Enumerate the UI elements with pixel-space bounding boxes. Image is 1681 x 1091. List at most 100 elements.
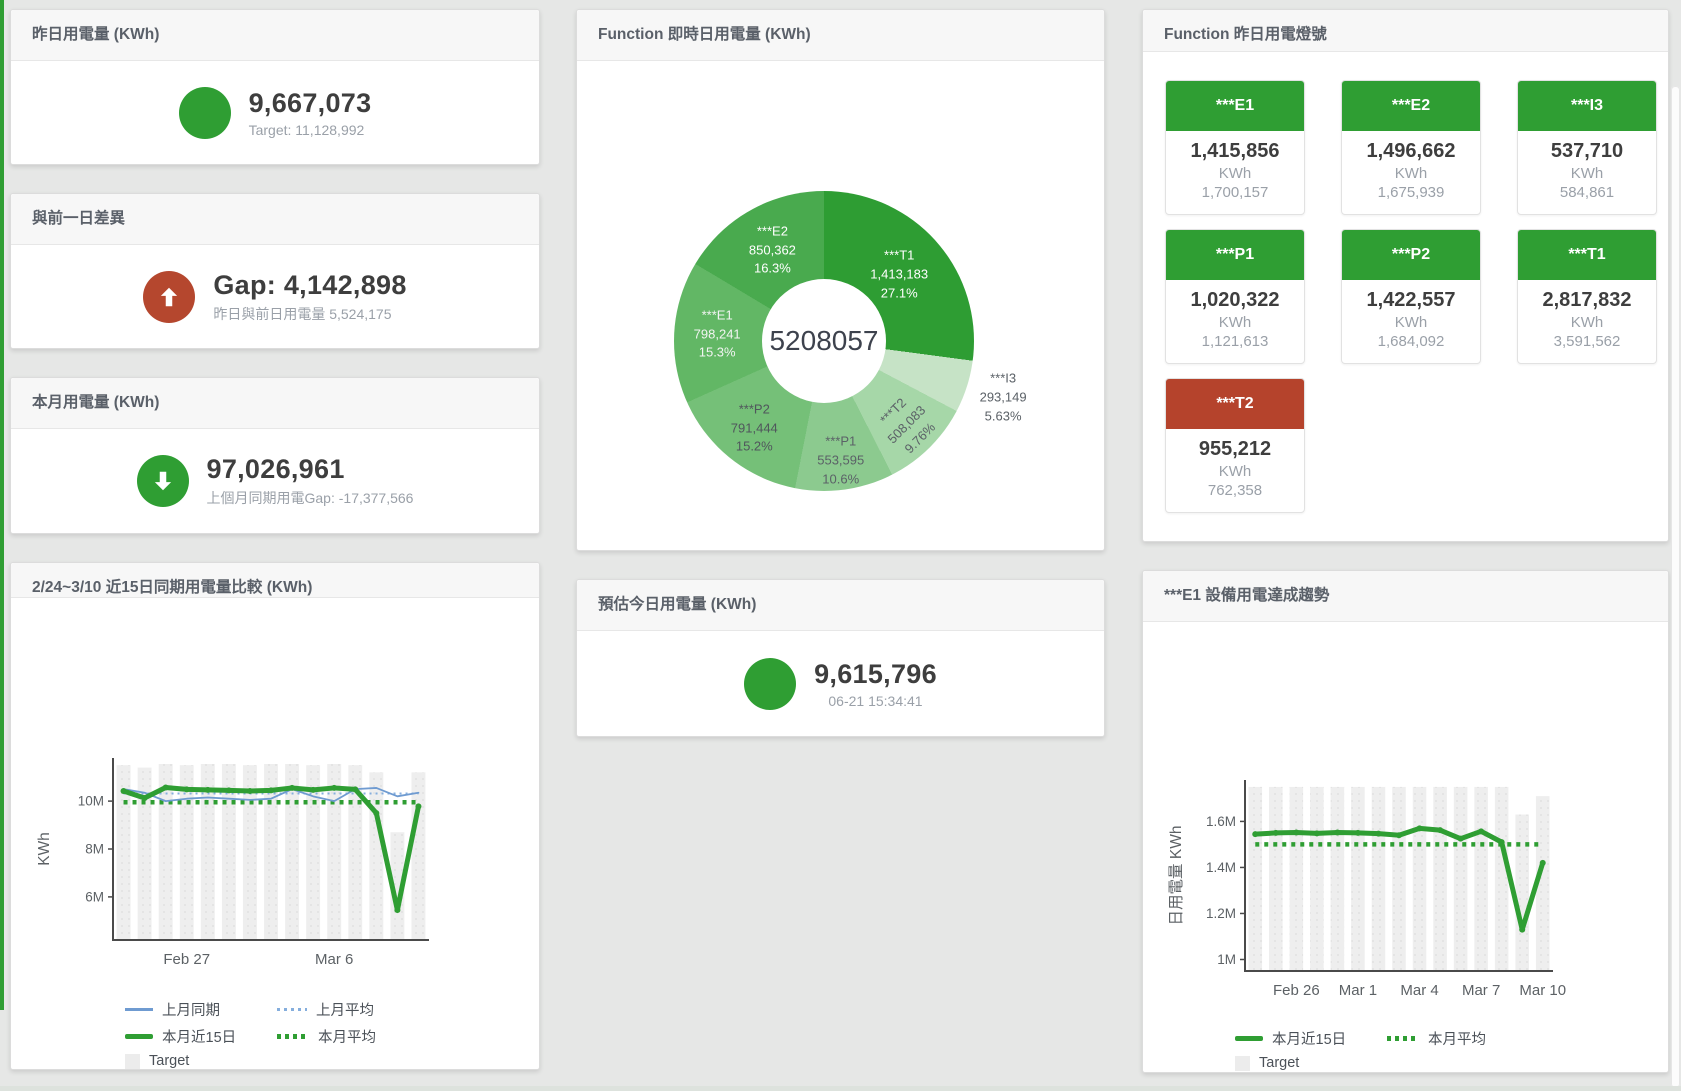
series-point [394, 907, 400, 913]
panel-title: ***E1 設備用電達成趨勢 [1143, 571, 1668, 622]
legend-label: 上月平均 [316, 999, 374, 1020]
series-point [247, 788, 253, 794]
legend-item-本月平均[interactable]: 本月平均 [277, 1026, 429, 1047]
box-swatch-icon [125, 1054, 140, 1069]
donut-slice-label: ***T11,413,18327.1% [870, 247, 928, 304]
x-tick-label: Mar 6 [315, 951, 353, 968]
series-point [1273, 830, 1279, 836]
legend-row: Target [1235, 1055, 1668, 1071]
up-arrow-icon [143, 271, 195, 323]
device-card-value: 537,710 [1522, 140, 1652, 163]
target-bar [1392, 787, 1406, 971]
yesterday-usage-target: Target: 11,128,992 [249, 122, 372, 138]
device-card-target: 1,121,613 [1170, 333, 1300, 350]
panel-body: 9,615,796 06-21 15:34:41 [577, 631, 1104, 736]
legend-item-Target[interactable]: Target [125, 1053, 277, 1069]
x-tick-label: Mar 7 [1462, 982, 1500, 999]
x-tick-label: Mar 1 [1339, 982, 1377, 999]
device-card-P1: ***P1 1,020,322 KWh 1,121,613 [1165, 229, 1305, 364]
series-point [1478, 828, 1484, 834]
legend-item-本月近15日[interactable]: 本月近15日 [1235, 1028, 1387, 1049]
panel-title: 2/24~3/10 近15日同期用電量比較 (KWh) [11, 563, 539, 598]
target-bar [369, 772, 383, 940]
month-usage-value: 97,026,961 [207, 454, 414, 485]
series-point [1355, 830, 1361, 836]
thickdots-swatch-icon [277, 1034, 309, 1039]
status-circle-icon [179, 87, 231, 139]
device-card-value: 2,817,832 [1522, 289, 1652, 312]
device-card-P2: ***P21,422,557KWh1,684,092 [1341, 229, 1481, 364]
target-bar [1331, 787, 1345, 971]
yesterday-usage-value: 9,667,073 [249, 88, 372, 119]
target-bar [1474, 787, 1488, 971]
device-card-body: 1,496,662KWh1,675,939 [1342, 131, 1480, 214]
donut-center: 5208057 [762, 279, 886, 403]
device-card-body: 955,212KWh762,358 [1166, 429, 1304, 512]
panel-body: 6M8M10MFeb 27Mar 6KWh 上月同期上月平均本月近15日本月平均… [11, 598, 539, 1069]
series-point [163, 784, 169, 790]
panel-realtime-donut: Function 即時日用電量 (KWh) 5208057 ***T11,413… [576, 9, 1105, 551]
device-card-value: 1,020,322 [1170, 289, 1300, 312]
device-card-value: 1,422,557 [1346, 289, 1476, 312]
middle-column: Function 即時日用電量 (KWh) 5208057 ***T11,413… [576, 9, 1105, 737]
device-card-E2: ***E21,496,662KWh1,675,939 [1341, 80, 1481, 215]
panel-e1-trend-chart: ***E1 設備用電達成趨勢 1M1.2M1.4M1.6MFeb 26Mar 1… [1142, 570, 1669, 1073]
device-card-target: 1,684,092 [1346, 333, 1476, 350]
device-card-header: ***P2 [1342, 230, 1480, 280]
legend-item-上月同期[interactable]: 上月同期 [125, 999, 277, 1020]
y-tick-label: 1M [1217, 952, 1236, 967]
status-circle-icon [744, 658, 796, 710]
stat-text: 9,667,073 Target: 11,128,992 [249, 88, 372, 138]
series-point [373, 810, 379, 816]
series-point [205, 787, 211, 793]
down-arrow-icon [137, 455, 189, 507]
series-point [1375, 831, 1381, 837]
device-card-unit: KWh [1170, 463, 1300, 480]
donut-slice-label: ***I3293,1495.63% [980, 370, 1027, 427]
y-axis-label: KWh [36, 832, 53, 866]
target-bar [1433, 787, 1447, 971]
target-bar [1515, 815, 1529, 971]
device-card-header: ***I3 [1518, 81, 1656, 131]
legend-item-上月平均[interactable]: 上月平均 [277, 999, 429, 1020]
legend-item-本月近15日[interactable]: 本月近15日 [125, 1026, 277, 1047]
compare-line-chart[interactable]: 6M8M10MFeb 27Mar 6KWh [21, 748, 491, 980]
legend-label: 本月近15日 [162, 1026, 236, 1047]
donut-center-value: 5208057 [769, 325, 878, 357]
device-card-T2: ***T2955,212KWh762,358 [1165, 378, 1305, 513]
right-column: Function 昨日用電燈號 ***E11,415,856KWh1,700,1… [1142, 9, 1669, 1073]
target-bar [412, 772, 426, 940]
legend-item-Target[interactable]: Target [1235, 1055, 1387, 1071]
series-point [352, 786, 358, 792]
panel-body: 9,667,073 Target: 11,128,992 [11, 61, 539, 164]
panel-body: Gap: 4,142,898 昨日與前日用電量 5,524,175 [11, 245, 539, 348]
e1-trend-line-chart[interactable]: 1M1.2M1.4M1.6MFeb 26Mar 1Mar 4Mar 7Mar 1… [1153, 770, 1623, 1011]
donut-chart[interactable]: 5208057 ***T11,413,18327.1%***I3293,1495… [674, 191, 974, 491]
legend-row: Target [125, 1053, 539, 1069]
panel-month-usage: 本月用電量 (KWh) 97,026,961 上個月同期用電Gap: -17,3… [10, 377, 540, 534]
x-tick-label: Mar 4 [1400, 982, 1438, 999]
device-card-body: 1,020,322 KWh 1,121,613 [1166, 280, 1304, 363]
legend-label: 本月平均 [1428, 1028, 1486, 1049]
panel-body: ***E11,415,856KWh1,700,157***E21,496,662… [1143, 52, 1668, 541]
stat-text: Gap: 4,142,898 昨日與前日用電量 5,524,175 [213, 270, 406, 324]
series-point [1314, 830, 1320, 836]
device-card-header: ***P1 [1166, 230, 1304, 280]
legend-row: 本月近15日 本月平均 [1235, 1028, 1668, 1049]
legend-label: 上月同期 [162, 999, 220, 1020]
thickline-swatch-icon [125, 1034, 153, 1039]
series-point [310, 787, 316, 793]
device-card-value: 955,212 [1170, 438, 1300, 461]
line-swatch-icon [125, 1008, 153, 1011]
month-usage-gap: 上個月同期用電Gap: -17,377,566 [207, 488, 414, 508]
scrollbar[interactable] [1671, 86, 1680, 1088]
thickline-swatch-icon [1235, 1036, 1263, 1041]
series-point [289, 785, 295, 791]
energy-dashboard: 昨日用電量 (KWh) 9,667,073 Target: 11,128,992… [0, 0, 1681, 1091]
device-card-unit: KWh [1170, 165, 1300, 182]
panel-today-forecast: 預估今日用電量 (KWh) 9,615,796 06-21 15:34:41 [576, 579, 1105, 737]
device-card-body: 537,710KWh584,861 [1518, 131, 1656, 214]
device-card-unit: KWh [1170, 314, 1300, 331]
series-point [226, 787, 232, 793]
legend-item-本月平均[interactable]: 本月平均 [1387, 1028, 1539, 1049]
